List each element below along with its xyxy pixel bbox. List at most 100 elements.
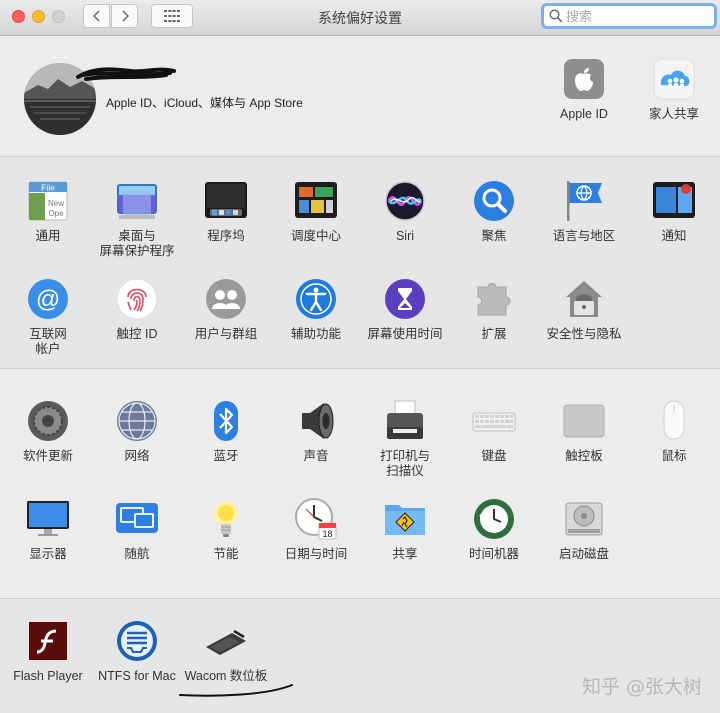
redaction-scribble [76, 67, 176, 81]
pref-label: 屏幕使用时间 [367, 327, 443, 341]
pref-ntfs-for-mac[interactable]: NTFS for Mac [92, 619, 182, 684]
pref-bluetooth[interactable]: 蓝牙 [181, 399, 271, 464]
pref-label: 通用 [35, 229, 61, 243]
keyboard-icon [472, 399, 516, 443]
pref-label: 鼠标 [661, 449, 687, 463]
pref-startup-disk[interactable]: 启动磁盘 [539, 497, 629, 562]
pref-label: 聚焦 [481, 229, 507, 243]
pref-touch-id[interactable]: 触控 ID [92, 277, 182, 342]
printer-icon [383, 399, 427, 443]
accessibility-icon [294, 277, 338, 321]
pref-label: 键盘 [481, 449, 507, 463]
pref-notifications[interactable]: 通知 [629, 179, 719, 244]
pref-energy-saver[interactable]: 节能 [181, 497, 271, 562]
pref-sharing[interactable]: 共享 [360, 497, 450, 562]
pref-label: 节能 [213, 547, 239, 561]
mission-control-icon [294, 179, 338, 223]
pref-printers-scanners[interactable]: 打印机与 扫描仪 [360, 399, 450, 479]
pref-network[interactable]: 网络 [92, 399, 182, 464]
dock-icon [204, 179, 248, 223]
displays-icon [26, 497, 70, 541]
hardware-preferences-section: 软件更新 网络 蓝牙 声音 打印机与 扫描仪 键盘 触控板 鼠标 显示器 随航 … [0, 369, 720, 599]
pref-sound[interactable]: 声音 [271, 399, 361, 464]
pref-siri[interactable]: Siri [360, 179, 450, 244]
pref-label: Flash Player [13, 669, 83, 683]
pref-apple-id[interactable]: Apple ID [539, 57, 629, 122]
pref-accessibility[interactable]: 辅助功能 [271, 277, 361, 342]
underline-annotation [179, 684, 293, 697]
pref-wacom-tablet[interactable]: Wacom 数位板 [181, 619, 271, 684]
search-field[interactable] [541, 3, 717, 29]
pref-label: 触控 ID [116, 327, 158, 341]
bluetooth-icon [204, 399, 248, 443]
date-time-icon: 18 [294, 497, 338, 541]
pref-label: 用户与群组 [194, 327, 258, 341]
security-privacy-icon [562, 277, 606, 321]
search-icon [549, 9, 563, 23]
pref-label: 网络 [124, 449, 150, 463]
pref-label: 语言与地区 [552, 229, 616, 243]
pref-label: 触控板 [565, 449, 603, 463]
pref-label: 打印机与 扫描仪 [379, 449, 430, 478]
sidecar-icon [115, 497, 159, 541]
pref-label: 调度中心 [290, 229, 341, 243]
pref-label: 通知 [661, 229, 687, 243]
pref-label: Apple ID [560, 107, 608, 121]
sharing-icon [383, 497, 427, 541]
pref-software-update[interactable]: 软件更新 [3, 399, 93, 464]
pref-security-privacy[interactable]: 安全性与隐私 [539, 277, 629, 342]
pref-label: 随航 [124, 547, 150, 561]
pref-label: 互联网 帐户 [29, 327, 67, 356]
pref-extensions[interactable]: 扩展 [449, 277, 539, 342]
pref-label: 显示器 [29, 547, 67, 561]
language-region-icon [562, 179, 606, 223]
pref-label: 时间机器 [468, 547, 519, 561]
pref-language-region[interactable]: 语言与地区 [539, 179, 629, 244]
svg-text:File: File [41, 183, 55, 193]
pref-desktop-screensaver[interactable]: 桌面与 屏幕保护程序 [92, 179, 182, 259]
personal-preferences-section: File New Ope 通用 桌面与 屏幕保护程序 程序坞 调度中心 Siri 聚… [0, 157, 720, 369]
pref-sidecar[interactable]: 随航 [92, 497, 182, 562]
pref-label: 辅助功能 [290, 327, 341, 341]
pref-family-sharing[interactable]: 家人共享 [629, 57, 719, 122]
mouse-icon [652, 399, 696, 443]
svg-text:New: New [48, 199, 64, 208]
pref-general[interactable]: File New Ope 通用 [3, 179, 93, 244]
search-input[interactable] [566, 8, 706, 24]
pref-label: 启动磁盘 [558, 547, 609, 561]
time-machine-icon [472, 497, 516, 541]
pref-mission-control[interactable]: 调度中心 [271, 179, 361, 244]
pref-trackpad[interactable]: 触控板 [539, 399, 629, 464]
pref-time-machine[interactable]: 时间机器 [449, 497, 539, 562]
pref-dock[interactable]: 程序坞 [181, 179, 271, 244]
startup-disk-icon [562, 497, 606, 541]
pref-label: NTFS for Mac [98, 669, 176, 683]
pref-keyboard[interactable]: 键盘 [449, 399, 539, 464]
svg-text:@: @ [36, 286, 60, 313]
internet-accounts-icon: @ [26, 277, 70, 321]
pref-users-groups[interactable]: 用户与群组 [181, 277, 271, 342]
pref-label: 共享 [392, 547, 418, 561]
pref-label: 桌面与 屏幕保护程序 [99, 229, 175, 258]
touch-id-icon [115, 277, 159, 321]
pref-label: 程序坞 [207, 229, 245, 243]
pref-screen-time[interactable]: 屏幕使用时间 [360, 277, 450, 342]
pref-spotlight[interactable]: 聚焦 [449, 179, 539, 244]
pref-label: 安全性与隐私 [546, 327, 622, 341]
pref-displays[interactable]: 显示器 [3, 497, 93, 562]
pref-flash-player[interactable]: Flash Player [3, 619, 93, 684]
pref-label: 蓝牙 [213, 449, 239, 463]
trackpad-icon [562, 399, 606, 443]
wacom-tablet-icon [204, 619, 248, 663]
calendar-day: 18 [322, 529, 332, 539]
pref-label: 家人共享 [648, 107, 699, 121]
pref-mouse[interactable]: 鼠标 [629, 399, 719, 464]
account-label[interactable]: Apple ID、iCloud、媒体与 App Store [106, 94, 303, 111]
software-update-icon [26, 399, 70, 443]
pref-date-time[interactable]: 18 日期与时间 [271, 497, 361, 562]
pref-label: Siri [395, 229, 415, 243]
sound-icon [294, 399, 338, 443]
svg-text:Ope: Ope [48, 209, 64, 218]
pref-internet-accounts[interactable]: @ 互联网 帐户 [3, 277, 93, 357]
desktop-screensaver-icon [115, 179, 159, 223]
